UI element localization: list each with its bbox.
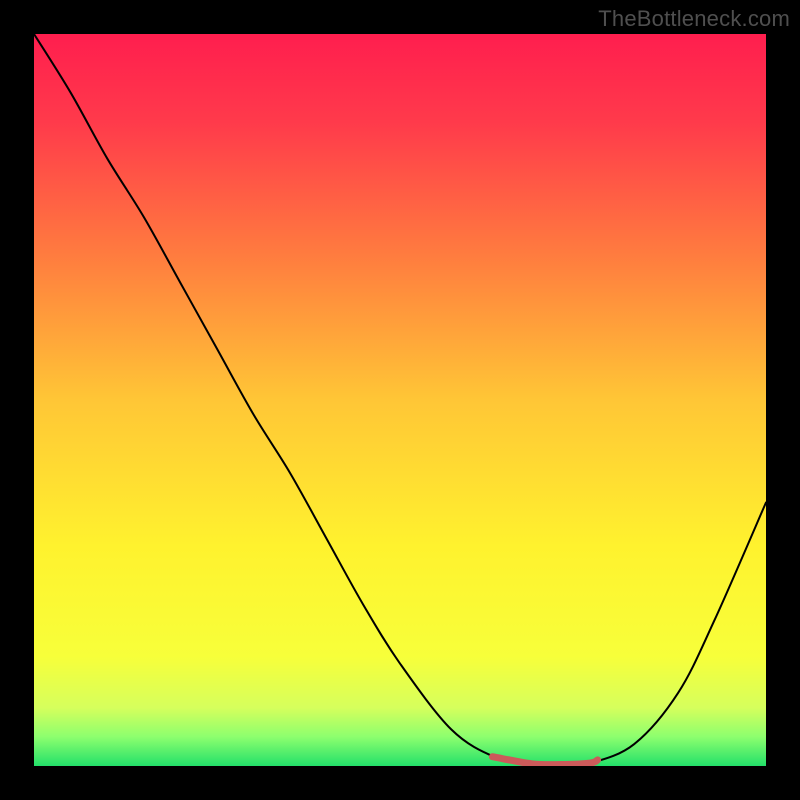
bottleneck-curve-chart xyxy=(34,34,766,766)
chart-container: TheBottleneck.com xyxy=(0,0,800,800)
gradient-background xyxy=(34,34,766,766)
watermark-label: TheBottleneck.com xyxy=(598,6,790,32)
plot-area xyxy=(34,34,766,766)
